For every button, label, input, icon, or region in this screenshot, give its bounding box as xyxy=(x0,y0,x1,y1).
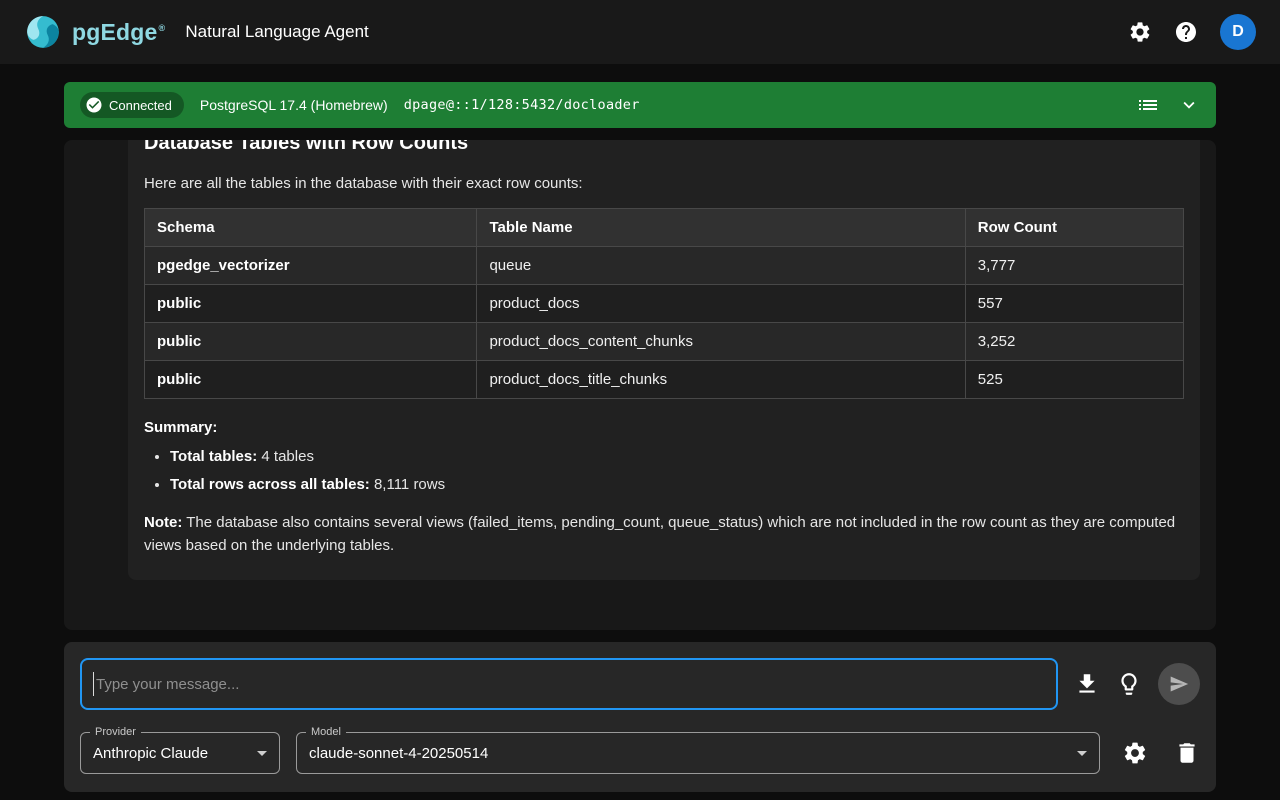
composer-settings-row: Provider Anthropic Claude Model claude-s… xyxy=(80,732,1200,774)
registered-mark: ® xyxy=(159,23,166,33)
download-icon xyxy=(1074,671,1100,697)
message-intro: Here are all the tables in the database … xyxy=(144,175,1184,192)
summary-item-value: 8,111 rows xyxy=(370,476,445,493)
connection-banner: Connected PostgreSQL 17.4 (Homebrew) dpa… xyxy=(64,82,1216,128)
table-row: public product_docs_content_chunks 3,252 xyxy=(145,323,1184,361)
provider-select[interactable]: Provider Anthropic Claude xyxy=(80,732,280,774)
provider-select-value: Anthropic Claude xyxy=(93,745,208,762)
connected-label: Connected xyxy=(109,98,172,113)
table-row: pgedge_vectorizer queue 3,777 xyxy=(145,247,1184,285)
cell-table-name: product_docs_content_chunks xyxy=(477,323,965,361)
brand-name: pgEdge® xyxy=(72,19,165,46)
chat-area: Database Tables with Row Counts Here are… xyxy=(64,140,1216,630)
cell-table-name: queue xyxy=(477,247,965,285)
composer-input-row xyxy=(80,658,1200,710)
check-circle-icon xyxy=(85,96,103,114)
model-select-value: claude-sonnet-4-20250514 xyxy=(309,745,488,762)
note-text: The database also contains several views… xyxy=(144,514,1175,554)
page-title: Natural Language Agent xyxy=(185,22,368,42)
summary-list: Total tables: 4 tables Total rows across… xyxy=(144,448,1184,493)
tables-table: Schema Table Name Row Count pgedge_vecto… xyxy=(144,208,1184,399)
settings-button[interactable] xyxy=(1128,20,1152,44)
cell-table-name: product_docs_title_chunks xyxy=(477,361,965,399)
list-icon xyxy=(1136,93,1160,117)
chat-settings-button[interactable] xyxy=(1122,740,1148,766)
cell-schema: public xyxy=(145,285,477,323)
summary-item-value: 4 tables xyxy=(257,448,314,465)
list-item: Total rows across all tables: 8,111 rows xyxy=(170,476,1184,493)
table-header-row: Schema Table Name Row Count xyxy=(145,209,1184,247)
cell-schema: public xyxy=(145,361,477,399)
lightbulb-icon xyxy=(1116,671,1142,697)
send-button[interactable] xyxy=(1158,663,1200,705)
session-list-button[interactable] xyxy=(1136,93,1160,117)
connected-badge: Connected xyxy=(80,92,184,118)
suggestions-button[interactable] xyxy=(1116,671,1142,697)
cell-row-count: 3,252 xyxy=(965,323,1183,361)
assistant-message-card: Database Tables with Row Counts Here are… xyxy=(128,140,1200,580)
gear-icon xyxy=(1122,740,1148,766)
header-actions: D xyxy=(1128,14,1256,50)
dropdown-arrow-icon xyxy=(1077,751,1087,756)
cell-row-count: 557 xyxy=(965,285,1183,323)
banner-actions xyxy=(1136,93,1200,117)
message-heading: Database Tables with Row Counts xyxy=(144,140,1184,155)
model-select-label: Model xyxy=(306,725,346,739)
cell-schema: public xyxy=(145,323,477,361)
message-input[interactable] xyxy=(80,658,1058,710)
model-select[interactable]: Model claude-sonnet-4-20250514 xyxy=(296,732,1100,774)
column-header-schema: Schema xyxy=(145,209,477,247)
cell-table-name: product_docs xyxy=(477,285,965,323)
trash-icon xyxy=(1174,740,1200,766)
send-icon xyxy=(1169,674,1189,694)
provider-select-label: Provider xyxy=(90,725,141,739)
composer-actions xyxy=(1122,740,1200,766)
cell-schema: pgedge_vectorizer xyxy=(145,247,477,285)
composer: Provider Anthropic Claude Model claude-s… xyxy=(64,642,1216,792)
dropdown-arrow-icon xyxy=(257,751,267,756)
summary-heading: Summary: xyxy=(144,419,1184,436)
text-caret xyxy=(93,672,94,696)
help-icon xyxy=(1174,20,1198,44)
note-label: Note: xyxy=(144,514,182,531)
table-row: public product_docs_title_chunks 525 xyxy=(145,361,1184,399)
connection-string: dpage@::1/128:5432/docloader xyxy=(404,97,640,113)
note-paragraph: Note: The database also contains several… xyxy=(144,511,1184,558)
cell-row-count: 525 xyxy=(965,361,1183,399)
summary-item-label: Total tables: xyxy=(170,448,257,465)
server-version: PostgreSQL 17.4 (Homebrew) xyxy=(200,97,388,113)
message-input-wrap xyxy=(80,658,1058,710)
pgedge-logo xyxy=(24,13,62,51)
column-header-table-name: Table Name xyxy=(477,209,965,247)
list-item: Total tables: 4 tables xyxy=(170,448,1184,465)
column-header-row-count: Row Count xyxy=(965,209,1183,247)
app-header: pgEdge® Natural Language Agent D xyxy=(0,0,1280,64)
chevron-down-icon xyxy=(1178,94,1200,116)
cell-row-count: 3,777 xyxy=(965,247,1183,285)
help-button[interactable] xyxy=(1174,20,1198,44)
brand: pgEdge® Natural Language Agent xyxy=(24,13,369,51)
clear-chat-button[interactable] xyxy=(1174,740,1200,766)
collapse-banner-button[interactable] xyxy=(1178,94,1200,116)
download-button[interactable] xyxy=(1074,671,1100,697)
gear-icon xyxy=(1128,20,1152,44)
summary-item-label: Total rows across all tables: xyxy=(170,476,370,493)
table-row: public product_docs 557 xyxy=(145,285,1184,323)
user-avatar[interactable]: D xyxy=(1220,14,1256,50)
